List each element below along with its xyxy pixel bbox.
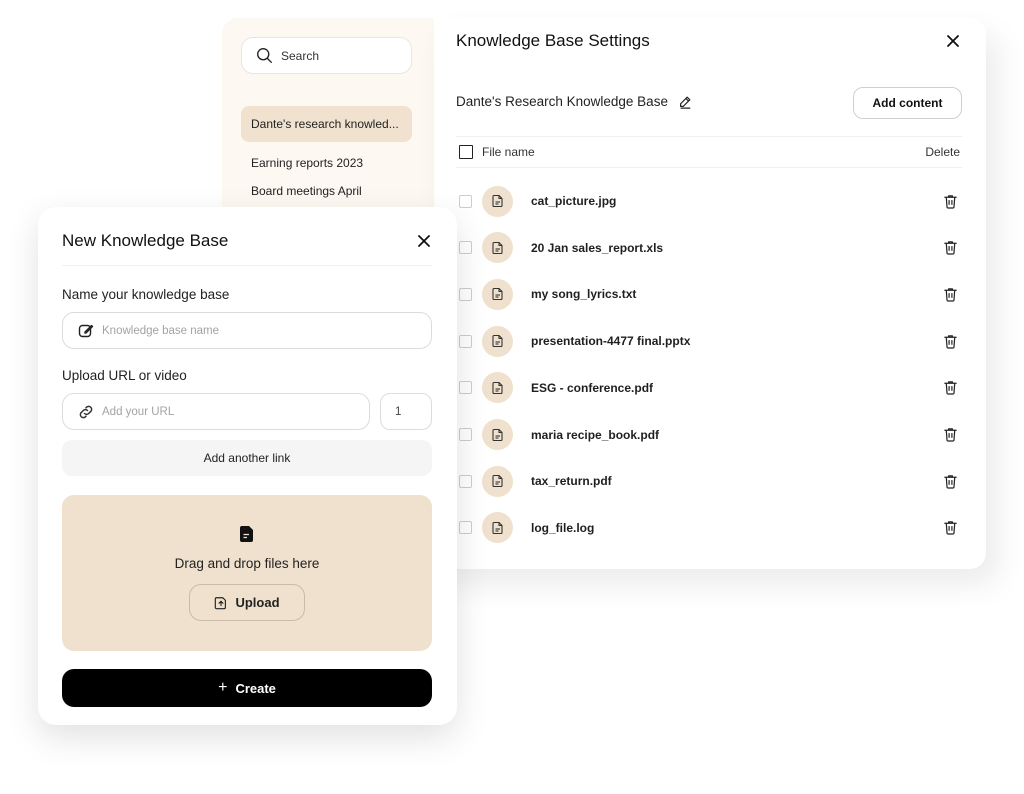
file-name: tax_return.pdf xyxy=(531,474,612,489)
upload-label: Upload xyxy=(235,595,280,610)
trash-icon[interactable] xyxy=(943,474,958,489)
trash-icon[interactable] xyxy=(943,427,958,442)
trash-icon[interactable] xyxy=(943,380,958,395)
file-checkbox[interactable] xyxy=(459,474,472,488)
upload-icon xyxy=(215,596,227,609)
search-icon xyxy=(257,48,272,63)
add-another-link-button[interactable]: Add another link xyxy=(62,440,432,476)
file-icon xyxy=(482,325,513,357)
trash-icon[interactable] xyxy=(943,240,958,255)
file-row[interactable]: presentation-4477 final.pptx xyxy=(456,324,962,358)
divider xyxy=(62,265,432,266)
file-icon xyxy=(482,512,513,544)
file-checkbox[interactable] xyxy=(459,428,472,441)
file-row[interactable]: ESG - conference.pdf xyxy=(456,371,962,405)
file-row[interactable]: tax_return.pdf xyxy=(456,464,962,498)
file-icon xyxy=(482,278,513,310)
url-input[interactable]: Add your URL xyxy=(62,393,370,430)
kb-name-row: Dante's Research Knowledge Base xyxy=(456,94,692,109)
select-all-checkbox[interactable] xyxy=(459,145,473,159)
kb-name-input[interactable]: Knowledge base name xyxy=(62,312,432,349)
file-checkbox[interactable] xyxy=(459,381,472,395)
upload-button[interactable]: Upload xyxy=(189,584,305,621)
dialog-title: New Knowledge Base xyxy=(62,231,229,250)
kb-name: Dante's Research Knowledge Base xyxy=(456,94,668,109)
file-name: 20 Jan sales_report.xls xyxy=(531,240,664,255)
search-placeholder: Search xyxy=(281,48,320,63)
file-row[interactable]: maria recipe_book.pdf xyxy=(456,418,962,452)
file-name: maria recipe_book.pdf xyxy=(531,427,660,442)
sidebar-item-board-meetings[interactable]: Board meetings April xyxy=(241,173,412,209)
new-knowledge-base-dialog: New Knowledge Base Name your knowledge b… xyxy=(38,207,457,725)
close-icon[interactable] xyxy=(946,34,960,48)
file-icon xyxy=(482,465,513,497)
url-placeholder: Add your URL xyxy=(102,405,175,418)
url-label: Upload URL or video xyxy=(62,368,187,383)
file-checkbox[interactable] xyxy=(459,521,472,535)
file-checkbox[interactable] xyxy=(459,194,472,208)
name-label: Name your knowledge base xyxy=(62,287,230,302)
trash-icon[interactable] xyxy=(943,194,958,209)
create-button[interactable]: + Create xyxy=(62,669,432,707)
column-header-file-name: File name xyxy=(482,145,535,159)
edit-icon[interactable] xyxy=(678,95,692,109)
file-dropzone[interactable]: Drag and drop files here Upload xyxy=(62,495,432,651)
search-input[interactable]: Search xyxy=(241,37,412,74)
edit-icon xyxy=(78,324,94,337)
file-icon xyxy=(482,419,513,450)
file-icon xyxy=(482,185,513,217)
file-row[interactable]: cat_picture.jpg xyxy=(456,184,962,218)
trash-icon[interactable] xyxy=(943,287,958,302)
url-count-input[interactable]: 1 xyxy=(380,393,432,430)
add-content-button[interactable]: Add content xyxy=(853,87,962,119)
plus-icon: + xyxy=(218,679,228,696)
file-checkbox[interactable] xyxy=(459,334,472,348)
file-row[interactable]: log_file.log xyxy=(456,511,962,545)
trash-icon[interactable] xyxy=(943,520,958,535)
file-table-header: File name Delete xyxy=(456,136,962,168)
file-row[interactable]: my song_lyrics.txt xyxy=(456,277,962,311)
sidebar-item-dantes-research[interactable]: Dante's research knowled... xyxy=(241,106,412,142)
file-icon xyxy=(482,372,513,404)
link-icon xyxy=(79,405,93,418)
knowledge-base-sidebar: Search Dante's research knowled... Earni… xyxy=(222,18,434,218)
file-name: my song_lyrics.txt xyxy=(531,287,637,302)
file-checkbox[interactable] xyxy=(459,241,472,255)
file-checkbox[interactable] xyxy=(459,287,472,301)
column-header-delete: Delete xyxy=(925,145,960,159)
file-icon xyxy=(482,232,513,264)
close-icon[interactable] xyxy=(417,234,431,248)
file-name: log_file.log xyxy=(531,520,595,535)
file-icon xyxy=(240,526,253,542)
knowledge-base-settings-panel: Knowledge Base Settings Dante's Research… xyxy=(434,18,986,569)
create-label: Create xyxy=(235,680,276,696)
trash-icon[interactable] xyxy=(943,334,958,349)
dropzone-text: Drag and drop files here xyxy=(174,556,320,571)
settings-title: Knowledge Base Settings xyxy=(456,31,650,50)
file-row[interactable]: 20 Jan sales_report.xls xyxy=(456,231,962,265)
file-name: cat_picture.jpg xyxy=(531,194,617,208)
file-name: ESG - conference.pdf xyxy=(531,380,654,395)
file-name: presentation-4477 final.pptx xyxy=(531,334,691,349)
kb-name-placeholder: Knowledge base name xyxy=(102,324,219,337)
